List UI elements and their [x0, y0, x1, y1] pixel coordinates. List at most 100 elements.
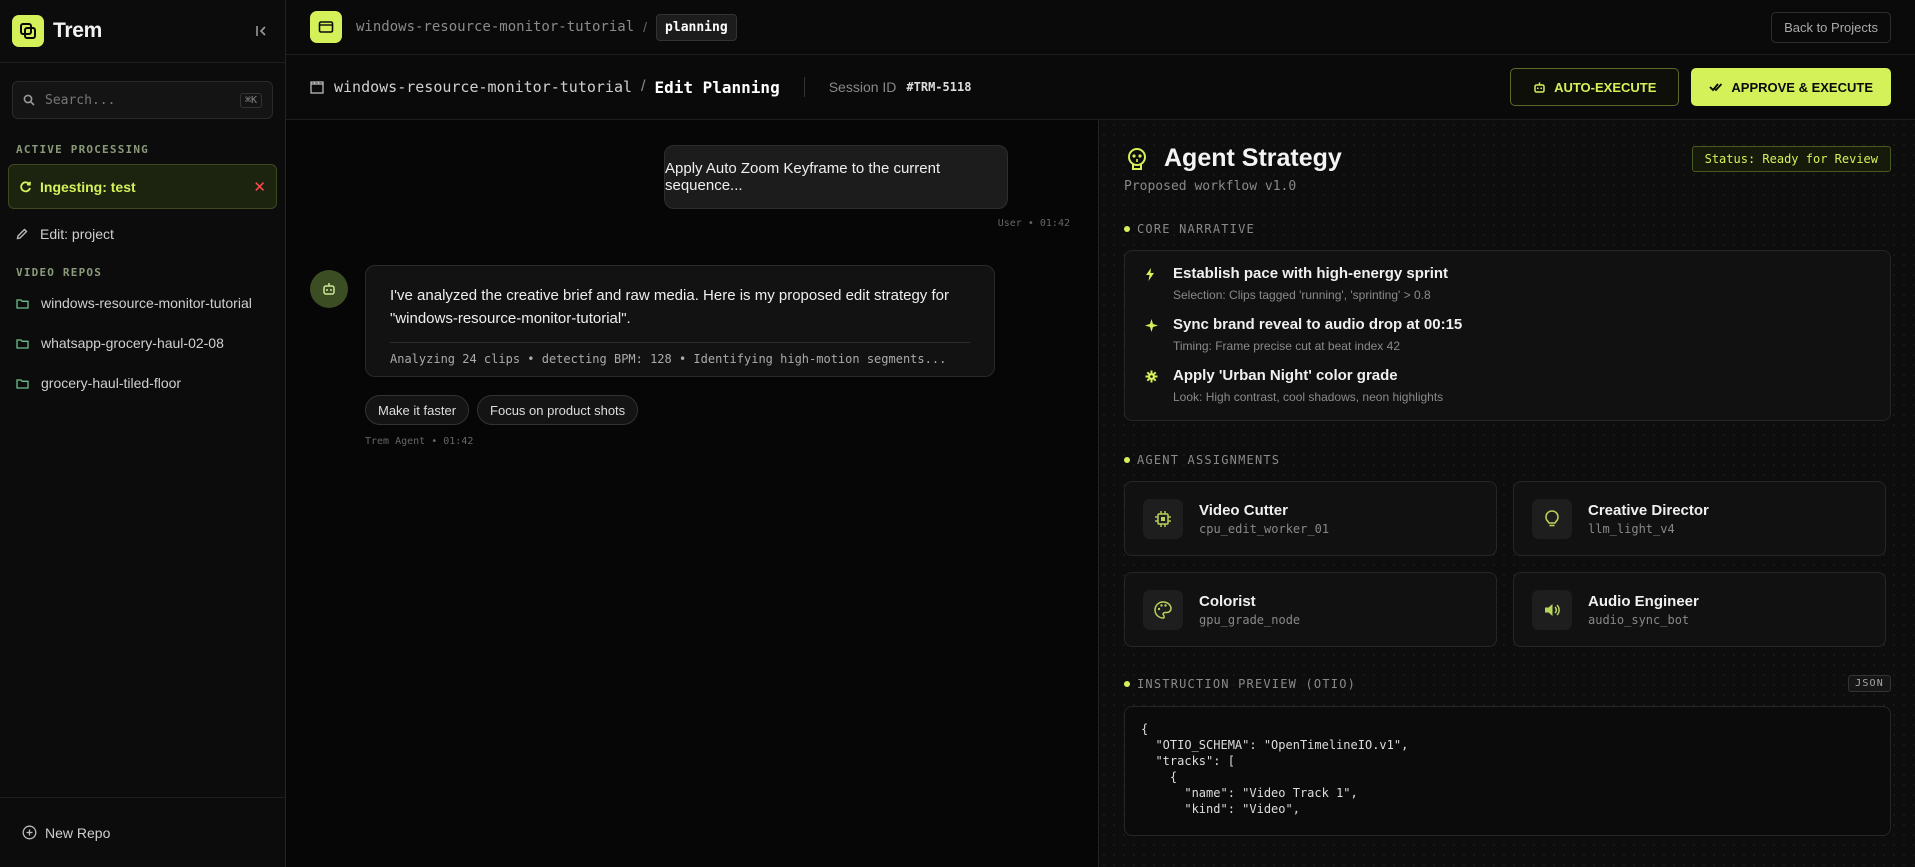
agent-id: gpu_grade_node [1199, 612, 1301, 627]
page-title: Edit Planning [654, 77, 780, 97]
agent-id: llm_light_v4 [1588, 521, 1675, 536]
clapperboard-icon [310, 80, 324, 94]
auto-execute-label: AUTO-EXECUTE [1554, 79, 1657, 95]
core-narrative-label: CORE NARRATIVE [1137, 222, 1255, 236]
lightbulb-icon [1545, 509, 1559, 526]
core-narrative-card: Establish pace with high-energy sprint S… [1124, 250, 1891, 421]
breadcrumb-repo[interactable]: windows-resource-monitor-tutorial [356, 19, 634, 35]
close-icon[interactable]: ✕ [253, 178, 266, 196]
search-shortcut: ⌘K [239, 92, 262, 108]
main-area: windows-resource-monitor-tutorial / plan… [286, 0, 1915, 867]
divider [803, 77, 805, 97]
otio-code-preview: { "OTIO_SCHEMA": "OpenTimelineIO.v1", "t… [1124, 706, 1891, 836]
breadcrumb-separator: / [643, 19, 648, 35]
narrative-item: Establish pace with high-energy sprint S… [1145, 265, 1870, 302]
user-message: Apply Auto Zoom Keyframe to the current … [664, 145, 1008, 209]
active-processing-item[interactable]: Ingesting: test ✕ [8, 164, 277, 209]
folder-icon [16, 378, 29, 389]
agent-analysis-status: Analyzing 24 clips • detecting BPM: 128 … [390, 342, 970, 366]
sidebar-item-repo[interactable]: whatsapp-grocery-haul-02-08 [0, 323, 285, 363]
suggestion-chips: Make it faster Focus on product shots [365, 395, 639, 425]
pencil-icon [16, 228, 28, 240]
robot-icon [323, 283, 335, 295]
active-processing-label: ACTIVE PROCESSING [16, 143, 149, 156]
back-to-projects-button[interactable]: Back to Projects [1771, 11, 1891, 43]
user-message-meta: User • 01:42 [997, 218, 1070, 229]
sidebar-item-label: grocery-haul-tiled-floor [41, 375, 182, 391]
status-badge: Status: Ready for Review [1691, 145, 1891, 172]
edit-header-repo[interactable]: windows-resource-monitor-tutorial [334, 78, 632, 96]
top-bar: windows-resource-monitor-tutorial / plan… [286, 0, 1915, 55]
new-repo-label: New Repo [45, 824, 111, 841]
content-area: Apply Auto Zoom Keyframe to the current … [286, 120, 1915, 867]
sidebar-item-label: Edit: project [40, 226, 114, 242]
add-circle-icon [22, 825, 37, 840]
sidebar-item-edit-project[interactable]: Edit: project [0, 214, 285, 254]
agent-card-creative-director[interactable]: Creative Director llm_light_v4 [1513, 481, 1886, 556]
video-repos-label: VIDEO REPOS [16, 266, 103, 279]
agent-card-colorist[interactable]: Colorist gpu_grade_node [1124, 572, 1497, 647]
search-input[interactable] [45, 92, 240, 108]
suggestion-chip[interactable]: Focus on product shots [477, 395, 639, 425]
bullet-dot [1124, 226, 1130, 232]
agent-id: cpu_edit_worker_01 [1199, 521, 1330, 536]
gear-icon [1145, 370, 1158, 383]
suggestion-chip[interactable]: Make it faster [365, 395, 470, 425]
narrative-item: Apply 'Urban Night' color grade Look: Hi… [1145, 367, 1870, 404]
approve-execute-label: APPROVE & EXECUTE [1731, 79, 1873, 95]
core-narrative-heading: CORE NARRATIVE [1124, 222, 1891, 236]
agent-grid: Video Cutter cpu_edit_worker_01 Creative… [1124, 481, 1891, 647]
agent-card-video-cutter[interactable]: Video Cutter cpu_edit_worker_01 [1124, 481, 1497, 556]
speaker-icon [1545, 603, 1560, 616]
session-id-label: Session ID [828, 79, 897, 95]
agent-avatar [310, 270, 348, 308]
narrative-title: Establish pace with high-energy sprint [1173, 265, 1449, 282]
brain-icon [1128, 147, 1146, 170]
narrative-desc: Selection: Clips tagged 'running', 'spri… [1173, 288, 1431, 302]
narrative-title: Apply 'Urban Night' color grade [1173, 367, 1398, 384]
session-id-value: #TRM-5118 [906, 80, 972, 94]
new-repo-button[interactable]: New Repo [0, 797, 285, 867]
narrative-item: Sync brand reveal to audio drop at 00:15… [1145, 316, 1870, 353]
json-format-tag[interactable]: JSON [1848, 675, 1891, 692]
agent-name: Creative Director [1588, 501, 1709, 519]
instruction-preview-label: INSTRUCTION PREVIEW (OTIO) [1137, 676, 1357, 691]
bullet-dot [1124, 457, 1130, 463]
agent-name: Audio Engineer [1588, 592, 1699, 610]
narrative-desc: Timing: Frame precise cut at beat index … [1173, 339, 1400, 353]
agent-message-meta: Trem Agent • 01:42 [365, 436, 474, 447]
folder-icon [16, 338, 29, 349]
narrative-title: Sync brand reveal to audio drop at 00:15 [1173, 316, 1463, 333]
agent-name: Video Cutter [1199, 501, 1288, 519]
chip-icon [1155, 510, 1171, 527]
brand-name: Trem [53, 19, 102, 42]
palette-icon [1154, 600, 1172, 619]
collapse-sidebar-icon[interactable] [251, 20, 273, 42]
edit-header: windows-resource-monitor-tutorial / Edit… [286, 55, 1915, 120]
agent-assignments-heading: AGENT ASSIGNMENTS [1124, 453, 1891, 467]
agent-card-audio-engineer[interactable]: Audio Engineer audio_sync_bot [1513, 572, 1886, 647]
strategy-title: Agent Strategy [1164, 144, 1342, 172]
sidebar-item-repo[interactable]: grocery-haul-tiled-floor [0, 363, 285, 403]
sidebar: Trem ⌘K ACTIVE PROCESSING Ingesting: tes… [0, 0, 286, 867]
agent-name: Colorist [1199, 592, 1256, 610]
sidebar-item-repo[interactable]: windows-resource-monitor-tutorial [0, 283, 285, 323]
agent-assignments-label: AGENT ASSIGNMENTS [1137, 453, 1281, 467]
project-icon[interactable] [310, 11, 342, 43]
agent-id: audio_sync_bot [1588, 612, 1690, 627]
sidebar-item-label: windows-resource-monitor-tutorial [41, 295, 252, 311]
strategy-panel: Agent Strategy Status: Ready for Review … [1099, 120, 1915, 867]
auto-execute-button[interactable]: AUTO-EXECUTE [1510, 68, 1680, 106]
check-double-icon [1709, 83, 1723, 92]
search-box[interactable]: ⌘K [12, 81, 273, 119]
agent-message: I've analyzed the creative brief and raw… [365, 265, 995, 377]
active-processing-label-text: Ingesting: test [40, 178, 136, 195]
narrative-desc: Look: High contrast, cool shadows, neon … [1173, 390, 1444, 404]
robot-icon [1534, 82, 1545, 93]
app-logo-icon [12, 15, 44, 47]
folder-icon [16, 298, 29, 309]
sparkle-icon [1145, 319, 1158, 332]
strategy-subtitle: Proposed workflow v1.0 [1124, 179, 1297, 194]
approve-execute-button[interactable]: APPROVE & EXECUTE [1691, 68, 1891, 106]
sidebar-item-label: whatsapp-grocery-haul-02-08 [41, 335, 224, 351]
